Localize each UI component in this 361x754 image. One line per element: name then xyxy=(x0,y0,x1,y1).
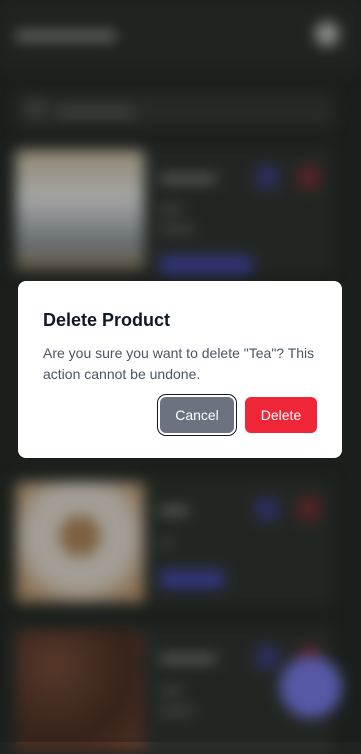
dialog-message: Are you sure you want to delete "Tea"? T… xyxy=(43,345,315,382)
dialog-title: Delete Product xyxy=(43,310,171,330)
cancel-button[interactable]: Cancel xyxy=(160,397,234,433)
delete-confirm-dialog: Delete Product Are you sure you want to … xyxy=(18,281,342,458)
delete-button[interactable]: Delete xyxy=(245,397,317,433)
